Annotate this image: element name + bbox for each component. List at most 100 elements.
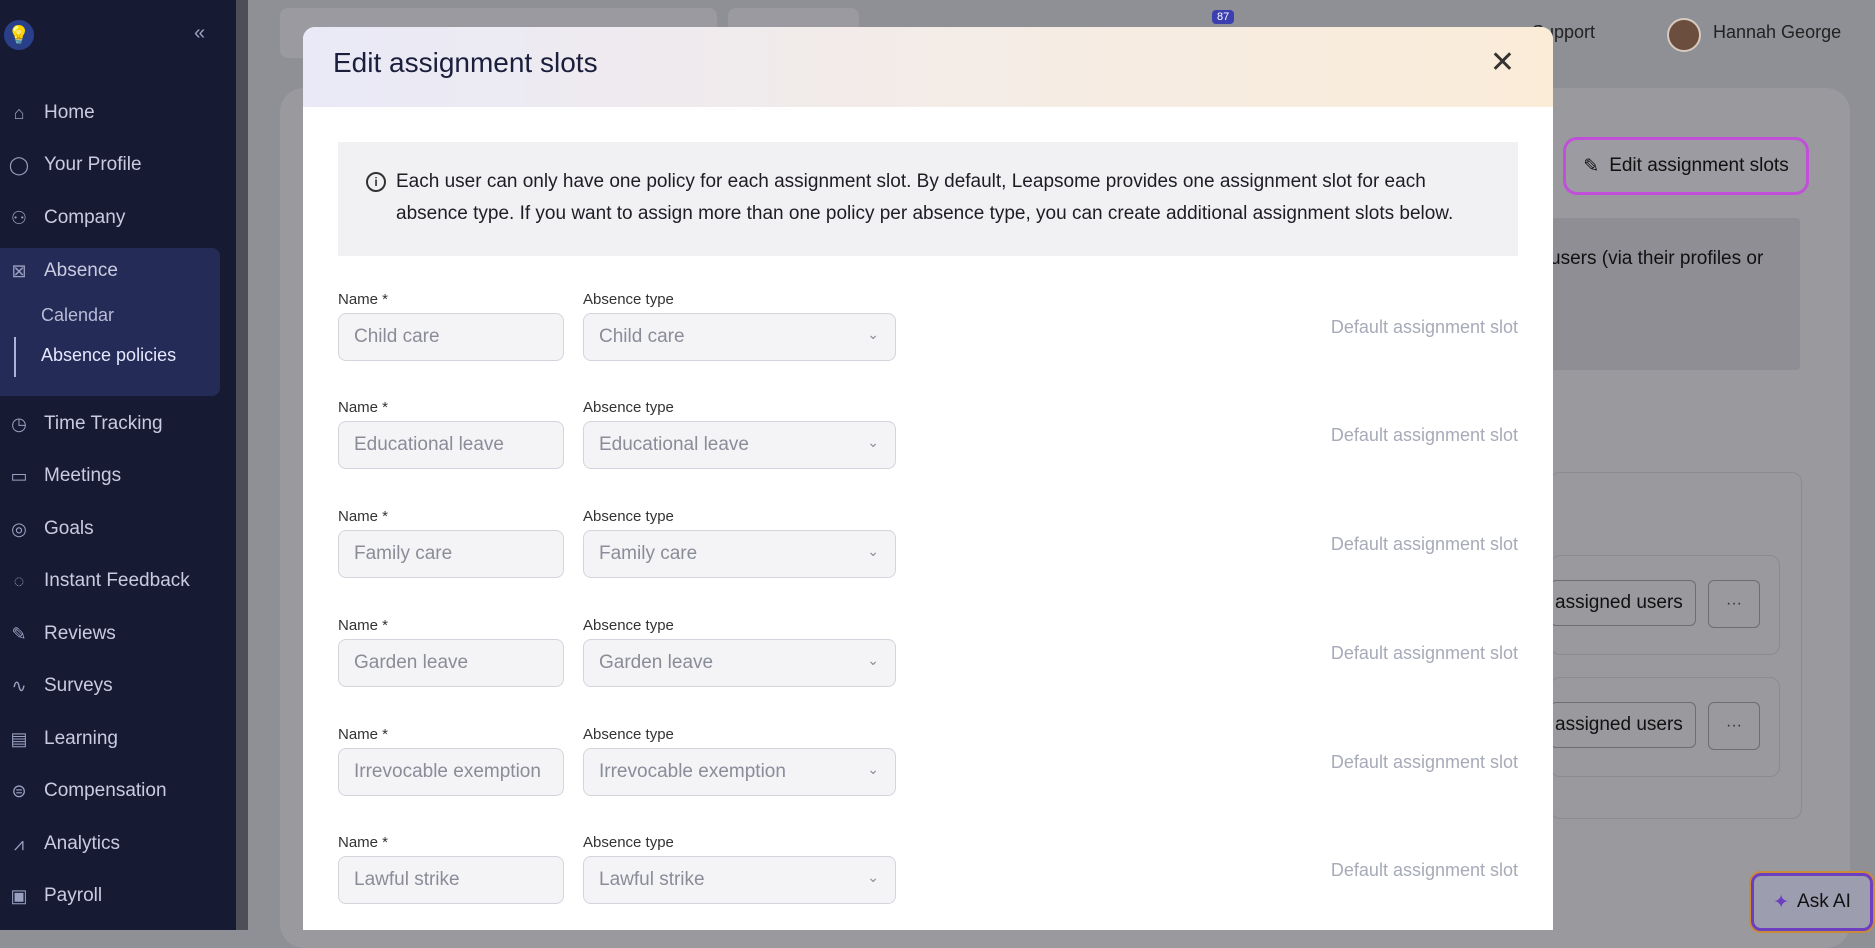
sidebar-subitem-calendar[interactable]: Calendar xyxy=(41,305,114,326)
chat-icon: ◌ xyxy=(13,570,25,591)
name-label: Name * xyxy=(338,726,389,743)
modal-title: Edit assignment slots xyxy=(333,47,598,78)
assigned-users-button[interactable]: assigned users xyxy=(1550,580,1696,626)
sidebar-item-time-tracking[interactable]: ◷ Time Tracking xyxy=(0,402,220,446)
money-icon: ▣ xyxy=(10,885,28,906)
active-indicator xyxy=(14,337,16,377)
name-input[interactable]: Family care xyxy=(338,530,564,578)
slot-row: Name * Absence type Lawful strike Lawful… xyxy=(338,834,1518,924)
avatar[interactable] xyxy=(1667,18,1701,52)
info-icon: i xyxy=(366,172,386,192)
sidebar-item-company[interactable]: ⚇ Company xyxy=(0,196,220,240)
absence-type-label: Absence type xyxy=(583,399,674,416)
background-info-text: users (via their profiles or xyxy=(1550,248,1764,269)
sidebar-item-absence[interactable]: ⊠ Absence xyxy=(0,249,220,293)
default-slot-label: Default assignment slot xyxy=(1330,752,1518,772)
close-icon[interactable]: ✕ xyxy=(1490,45,1515,80)
sidebar-item-label: Instant Feedback xyxy=(44,570,190,591)
sidebar-item-goals[interactable]: ◎ Goals xyxy=(0,507,220,551)
sidebar-item-analytics[interactable]: ⩘ Analytics xyxy=(0,822,220,866)
default-slot-label: Default assignment slot xyxy=(1330,643,1518,663)
sidebar-item-label: Time Tracking xyxy=(44,413,163,434)
modal-header: Edit assignment slots ✕ xyxy=(303,27,1553,107)
calendar-x-icon: ⊠ xyxy=(11,260,27,281)
calendar-icon: ▭ xyxy=(10,465,28,486)
chart-icon: ⩘ xyxy=(13,833,25,854)
sidebar-item-learning[interactable]: ▤ Learning xyxy=(0,717,220,761)
absence-type-value: Family care xyxy=(599,543,698,564)
absence-type-select[interactable]: Lawful strike ⌄ xyxy=(583,856,896,904)
sidebar-item-label: Meetings xyxy=(44,465,122,486)
absence-type-value: Child care xyxy=(599,326,685,347)
collapse-sidebar-icon[interactable]: « xyxy=(194,22,205,45)
sidebar-item-surveys[interactable]: ∿ Surveys xyxy=(0,664,220,708)
sidebar-item-reviews[interactable]: ✎ Reviews xyxy=(0,612,220,656)
sidebar-item-compensation[interactable]: ⊜ Compensation xyxy=(0,769,220,813)
absence-type-select[interactable]: Child care ⌄ xyxy=(583,313,896,361)
sidebar-item-label: Home xyxy=(44,102,95,123)
pencil-icon: ✎ xyxy=(1583,155,1600,177)
slot-row: Name * Absence type Educational leave Ed… xyxy=(338,399,1518,489)
absence-type-value: Lawful strike xyxy=(599,869,705,890)
name-label: Name * xyxy=(338,834,389,851)
sidebar-item-your-profile[interactable]: ◯ Your Profile xyxy=(0,143,220,187)
sidebar-subitem-absence-policies[interactable]: Absence policies xyxy=(41,345,176,366)
target-icon: ◎ xyxy=(11,518,27,539)
assigned-users-button[interactable]: assigned users xyxy=(1550,702,1696,748)
sidebar-item-label: Company xyxy=(44,207,126,228)
absence-type-label: Absence type xyxy=(583,617,674,634)
sidebar-item-meetings[interactable]: ▭ Meetings xyxy=(0,454,220,498)
absence-type-label: Absence type xyxy=(583,834,674,851)
book-icon: ▤ xyxy=(10,728,28,749)
name-input[interactable]: Irrevocable exemption xyxy=(338,748,564,796)
absence-type-select[interactable]: Family care ⌄ xyxy=(583,530,896,578)
name-input[interactable]: Garden leave xyxy=(338,639,564,687)
pencil-icon: ✎ xyxy=(11,623,27,644)
absence-type-select[interactable]: Irrevocable exemption ⌄ xyxy=(583,748,896,796)
info-text: Each user can only have one policy for e… xyxy=(396,171,1454,224)
absence-type-select[interactable]: Educational leave ⌄ xyxy=(583,421,896,469)
default-slot-label: Default assignment slot xyxy=(1330,534,1518,554)
default-slot-label: Default assignment slot xyxy=(1330,425,1518,445)
absence-type-select[interactable]: Garden leave ⌄ xyxy=(583,639,896,687)
ask-ai-label: Ask AI xyxy=(1797,891,1851,912)
sidebar-item-label: Absence xyxy=(44,260,118,281)
home-icon: ⌂ xyxy=(13,102,25,123)
edit-assignment-slots-label: Edit assignment slots xyxy=(1609,155,1789,176)
edit-assignment-slots-modal: Edit assignment slots ✕ i Each user can … xyxy=(303,27,1553,930)
sidebar-item-home[interactable]: ⌂ Home xyxy=(0,91,220,135)
edit-assignment-slots-button[interactable]: ✎ Edit assignment slots xyxy=(1563,137,1809,195)
user-icon: ◯ xyxy=(8,154,30,175)
sidebar-item-label: Surveys xyxy=(44,675,113,696)
sidebar-scrollbar[interactable] xyxy=(236,0,248,930)
chevron-down-icon: ⌄ xyxy=(867,869,879,885)
chevron-down-icon: ⌄ xyxy=(867,652,879,668)
name-label: Name * xyxy=(338,291,389,308)
slot-row: Name * Absence type Child care Child car… xyxy=(338,291,1518,381)
absence-type-label: Absence type xyxy=(583,291,674,308)
name-input[interactable]: Educational leave xyxy=(338,421,564,469)
chevron-down-icon: ⌄ xyxy=(867,543,879,559)
absence-type-label: Absence type xyxy=(583,726,674,743)
name-input[interactable]: Child care xyxy=(338,313,564,361)
sidebar-item-label: Goals xyxy=(44,518,94,539)
sparkle-icon: ✦ xyxy=(1773,891,1790,913)
chevron-down-icon: ⌄ xyxy=(867,326,879,342)
sidebar-item-label: Analytics xyxy=(44,833,121,854)
name-label: Name * xyxy=(338,508,389,525)
default-slot-label: Default assignment slot xyxy=(1330,317,1518,337)
sidebar-item-label: Reviews xyxy=(44,623,116,644)
pulse-icon: ∿ xyxy=(11,675,27,696)
sidebar: 💡 « ⌂ Home ◯ Your Profile ⚇ Company ⊠ Ab… xyxy=(0,0,236,930)
more-options-icon[interactable]: ··· xyxy=(1708,580,1760,628)
sidebar-item-label: Compensation xyxy=(44,780,167,801)
ask-ai-button[interactable]: ✦ Ask AI xyxy=(1751,873,1873,931)
info-box: i Each user can only have one policy for… xyxy=(338,142,1518,256)
user-name[interactable]: Hannah George xyxy=(1713,22,1841,43)
sidebar-item-payroll[interactable]: ▣ Payroll xyxy=(0,874,220,918)
more-options-icon[interactable]: ··· xyxy=(1708,702,1760,750)
sidebar-item-instant-feedback[interactable]: ◌ Instant Feedback xyxy=(0,559,220,603)
lightbulb-logo-icon[interactable]: 💡 xyxy=(4,20,34,50)
name-input[interactable]: Lawful strike xyxy=(338,856,564,904)
notification-badge: 87 xyxy=(1212,10,1235,24)
